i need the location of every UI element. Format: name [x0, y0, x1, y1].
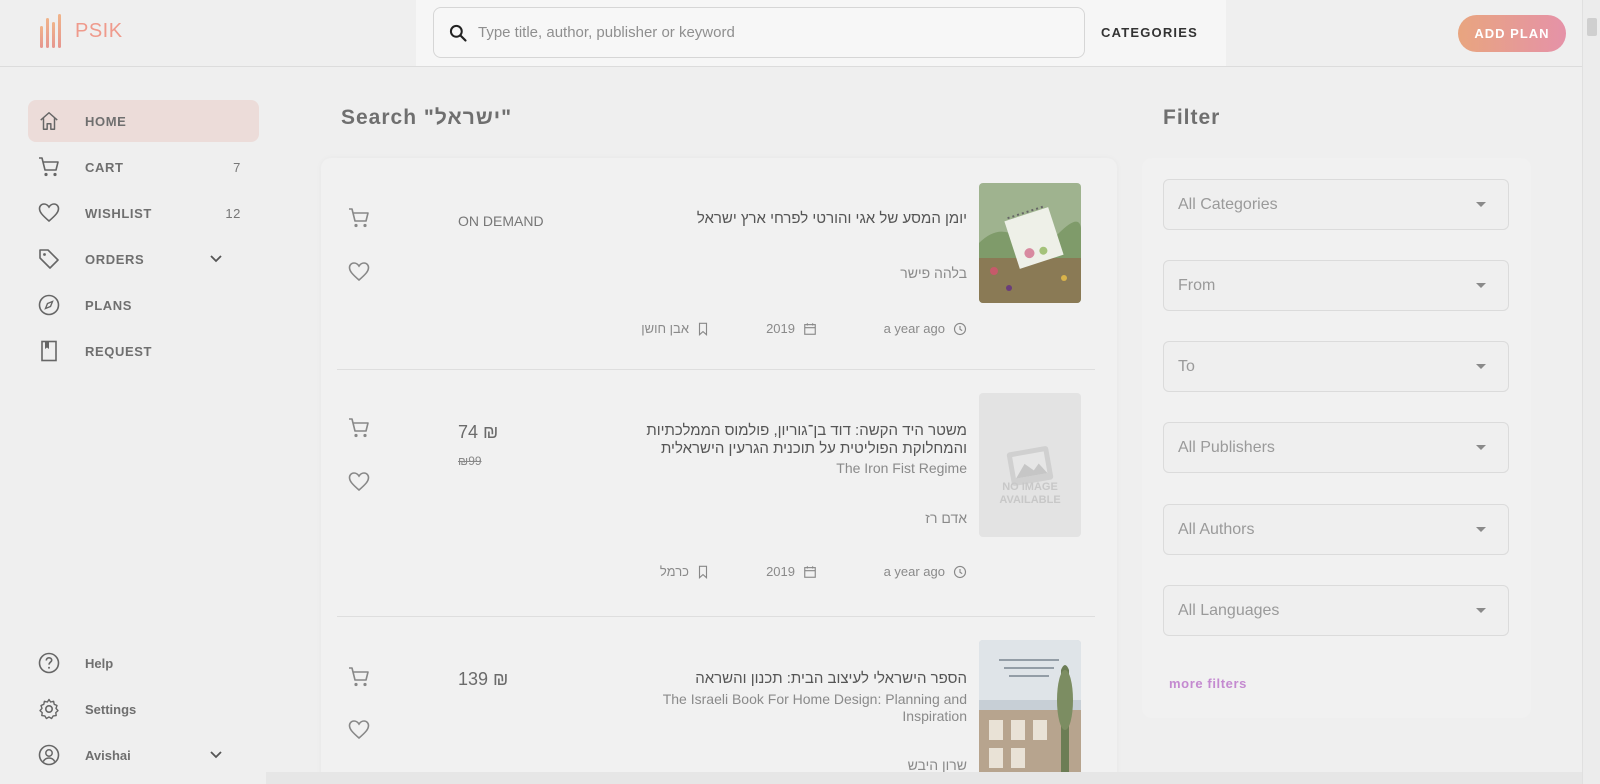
book-cover-image[interactable] [979, 183, 1081, 303]
category-select[interactable]: All Categories [1163, 179, 1509, 230]
result-item[interactable]: ON DEMAND יומן המסע של אגי והורטי לפרחי … [337, 158, 1095, 370]
book-cover-placeholder[interactable]: NO IMAGE AVAILABLE [979, 393, 1081, 537]
search-input[interactable] [478, 24, 1038, 41]
sidebar-nav: HOME CART 7 WISHLIST 12 ORDERS PLANS REQ… [28, 100, 259, 376]
sidebar-item-help[interactable]: Help [28, 642, 259, 684]
help-icon [37, 651, 61, 675]
sidebar-item-account[interactable]: Avishai [28, 734, 259, 776]
result-item[interactable]: 74 ₪ ₪99 משטר היד הקשה: דוד בן־גוריון, פ… [337, 370, 1095, 617]
chevron-down-icon[interactable] [209, 252, 223, 267]
clock-icon [953, 322, 967, 335]
publisher: כרמל [660, 564, 709, 579]
scrollbar-thumb[interactable] [1587, 18, 1597, 36]
publish-year: 2019 [766, 321, 817, 336]
author-select[interactable]: All Authors [1163, 504, 1509, 555]
page-title: Search "ישראל" [341, 106, 513, 129]
added-date: a year ago [884, 321, 967, 336]
clock-icon [953, 565, 967, 578]
results-list: ON DEMAND יומן המסע של אגי והורטי לפרחי … [321, 158, 1117, 784]
cart-count-badge: 7 [233, 159, 241, 175]
dropdown-caret-icon [1476, 608, 1486, 613]
filter-title: Filter [1163, 106, 1221, 129]
book-cover-image[interactable] [979, 640, 1081, 780]
sidebar-item-label: PLANS [85, 297, 133, 313]
book-title[interactable]: יומן המסע של אגי והורטי לפרחי ארץ ישראל [487, 210, 967, 228]
result-item[interactable]: 139 ₪ הספר הישראלי לעיצוב הבית: תכנון וה… [337, 617, 1095, 784]
language-select[interactable]: All Languages [1163, 585, 1509, 636]
more-filters-link[interactable]: more filters [1169, 676, 1247, 691]
sidebar-item-request[interactable]: REQUEST [28, 330, 259, 372]
horizontal-scrollbar[interactable] [266, 772, 1582, 784]
from-select[interactable]: From [1163, 260, 1509, 311]
book-title[interactable]: הספר הישראלי לעיצוב הבית: תכנון והשראה [567, 670, 967, 688]
add-plan-button[interactable]: ADD PLAN [1458, 15, 1566, 52]
sidebar-item-home[interactable]: HOME [28, 100, 259, 142]
search-icon [449, 24, 467, 42]
sidebar-bottom-nav: Help Settings Avishai [28, 642, 259, 780]
search-field[interactable] [433, 7, 1085, 58]
sidebar-item-label: WISHLIST [85, 205, 152, 221]
sidebar-item-cart[interactable]: CART 7 [28, 146, 259, 188]
book-price: 74 ₪ [458, 422, 499, 442]
calendar-icon [804, 565, 816, 578]
sidebar-item-settings[interactable]: Settings [28, 688, 259, 730]
dropdown-caret-icon [1476, 364, 1486, 369]
sidebar-item-label: Help [85, 655, 114, 671]
dropdown-caret-icon [1476, 283, 1486, 288]
publish-year: 2019 [766, 564, 817, 579]
search-bar: CATEGORIES [416, 0, 1226, 66]
app-logo[interactable]: PSIK [40, 14, 123, 48]
add-to-cart-icon[interactable] [347, 206, 371, 235]
wishlist-count-badge: 12 [225, 205, 241, 221]
book-title[interactable]: משטר היד הקשה: דוד בן־גוריון, פולמוס הממ… [607, 422, 967, 458]
vertical-scrollbar[interactable] [1582, 0, 1600, 784]
no-image-text: NO IMAGE AVAILABLE [999, 481, 1061, 506]
book-subtitle: The Israeli Book For Home Design: Planni… [662, 691, 967, 724]
sidebar-item-orders[interactable]: ORDERS [28, 238, 259, 280]
book-author: אדם רז [925, 510, 967, 526]
user-icon [37, 743, 61, 767]
to-select[interactable]: To [1163, 341, 1509, 392]
gear-icon [37, 697, 61, 721]
add-to-cart-icon[interactable] [347, 416, 371, 445]
categories-button[interactable]: CATEGORIES [1101, 25, 1198, 40]
publisher: אבן חושן [641, 321, 709, 336]
publisher-select[interactable]: All Publishers [1163, 422, 1509, 473]
book-author: שרון היבש [907, 757, 967, 773]
sidebar-item-label: CART [85, 159, 124, 175]
filter-panel: All Categories From To All Publishers Al… [1142, 158, 1531, 718]
added-date: a year ago [884, 564, 967, 579]
sidebar-item-wishlist[interactable]: WISHLIST 12 [28, 192, 259, 234]
book-author: בלהה פישר [900, 265, 967, 281]
wishlist-heart-icon[interactable] [347, 718, 371, 747]
compass-icon [37, 293, 61, 317]
tag-icon [37, 247, 61, 271]
sidebar-item-label: Settings [85, 701, 137, 717]
book-icon [37, 339, 61, 363]
calendar-icon [804, 322, 816, 335]
dropdown-caret-icon [1476, 445, 1486, 450]
sidebar-item-plans[interactable]: PLANS [28, 284, 259, 326]
wishlist-heart-icon[interactable] [347, 470, 371, 499]
book-old-price: ₪99 [458, 454, 482, 468]
book-price: 139 ₪ [458, 669, 509, 689]
sidebar-item-label: HOME [85, 113, 127, 129]
bookmark-icon [698, 322, 708, 336]
wishlist-heart-icon[interactable] [347, 260, 371, 289]
dropdown-caret-icon [1476, 202, 1486, 207]
sidebar-item-label: Avishai [85, 747, 131, 763]
home-icon [37, 109, 61, 133]
heart-icon [37, 201, 61, 225]
sidebar-item-label: REQUEST [85, 343, 153, 359]
chevron-down-icon[interactable] [209, 748, 223, 763]
logo-mark-icon [40, 14, 61, 48]
sidebar-item-label: ORDERS [85, 251, 145, 267]
cart-icon [37, 155, 61, 179]
dropdown-caret-icon [1476, 527, 1486, 532]
bookmark-icon [698, 565, 708, 579]
app-name: PSIK [75, 19, 123, 42]
book-subtitle: The Iron Fist Regime [836, 460, 967, 476]
add-to-cart-icon[interactable] [347, 665, 371, 694]
top-header: PSIK CATEGORIES ADD PLAN [0, 0, 1582, 67]
